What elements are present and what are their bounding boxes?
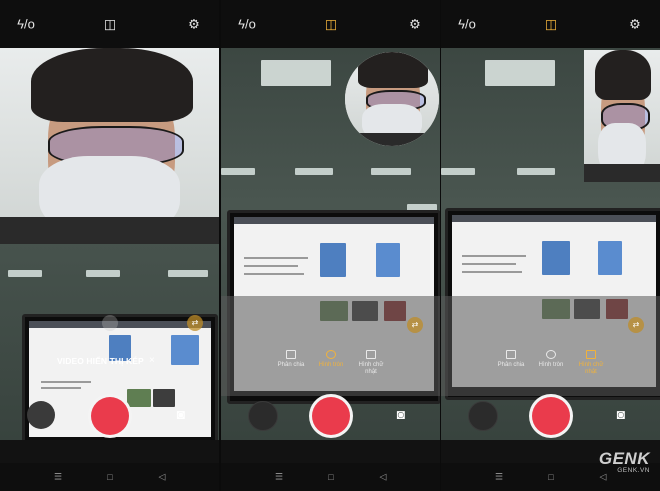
rectangle-icon (586, 350, 596, 359)
mode-rectangle[interactable]: Hình chữ nhật (354, 350, 388, 376)
camera-panel-rectangle-mode: ϟ/o ◫ ⚙ ⇄ Phân chia Hình tròn Hình chữ n… (441, 0, 660, 491)
record-button[interactable] (91, 397, 129, 435)
camera-top-bar: ϟ/o ◫ ⚙ (221, 0, 440, 48)
gallery-thumbnail[interactable] (248, 401, 278, 431)
layout-icon[interactable]: ◫ (545, 18, 557, 31)
system-nav-bar: ☰ □ ◁ (221, 463, 440, 491)
front-camera-view (584, 50, 660, 182)
camera-panel-circle-mode: ϟ/o ◫ ⚙ ⇄ Phân chia Hình tròn Hình chữ n… (221, 0, 440, 491)
viewfinder: ⇄ (0, 48, 219, 440)
back-icon[interactable]: ◁ (380, 472, 387, 483)
split-icon (286, 350, 296, 359)
camera-panel-dual-view: ϟ/o ◫ ⚙ ⇄ VIDEO HIỂN THỊ KÉP × ◙ ☰ □ ◁ (0, 0, 219, 491)
swap-view-button[interactable]: ⇄ (187, 315, 203, 331)
swap-view-button[interactable]: ⇄ (628, 317, 644, 333)
split-icon (506, 350, 516, 359)
system-nav-bar: ☰ □ ◁ (0, 463, 219, 491)
flash-off-icon[interactable]: ϟ/o (458, 18, 476, 31)
gallery-thumbnail[interactable] (27, 401, 55, 429)
camera-top-bar: ϟ/o ◫ ⚙ (441, 0, 660, 48)
settings-icon[interactable]: ⚙ (188, 18, 200, 31)
circle-icon (326, 350, 336, 359)
mode-selector (441, 296, 660, 396)
front-camera-view (345, 52, 439, 146)
menu-icon[interactable]: ☰ (275, 472, 283, 483)
back-icon[interactable]: ◁ (159, 472, 166, 483)
front-camera-view (0, 48, 219, 244)
layout-icon[interactable]: ◫ (104, 18, 116, 31)
camera-switch-icon[interactable]: ◙ (612, 407, 630, 421)
watermark-brand: GENK (598, 449, 650, 468)
rectangle-icon (366, 350, 376, 359)
close-icon[interactable]: × (149, 355, 155, 366)
watermark-site: GENK.VN (617, 467, 650, 474)
circle-icon (546, 350, 556, 359)
settings-icon[interactable]: ⚙ (409, 18, 421, 31)
settings-icon[interactable]: ⚙ (629, 18, 641, 31)
gallery-thumbnail[interactable] (468, 401, 498, 431)
record-button[interactable] (312, 397, 350, 435)
home-icon[interactable]: □ (548, 472, 553, 482)
mode-circle[interactable]: Hình tròn (314, 350, 348, 369)
swap-view-button[interactable]: ⇄ (407, 317, 423, 333)
dual-view-banner: VIDEO HIỂN THỊ KÉP (57, 356, 144, 366)
mode-circle[interactable]: Hình tròn (534, 350, 568, 369)
flash-off-icon[interactable]: ϟ/o (238, 18, 256, 31)
record-button[interactable] (532, 397, 570, 435)
layout-icon[interactable]: ◫ (325, 18, 337, 31)
mode-split[interactable]: Phân chia (274, 350, 308, 369)
home-icon[interactable]: □ (107, 472, 112, 482)
home-icon[interactable]: □ (328, 472, 333, 482)
camera-switch-icon[interactable]: ◙ (172, 407, 190, 421)
menu-icon[interactable]: ☰ (54, 472, 62, 483)
camera-top-bar: ϟ/o ◫ ⚙ (0, 0, 219, 48)
genk-watermark: GENK GENK.VN (599, 450, 650, 474)
flash-off-icon[interactable]: ϟ/o (17, 18, 35, 31)
mode-split[interactable]: Phân chia (494, 350, 528, 369)
camera-switch-icon[interactable]: ◙ (392, 407, 410, 421)
menu-icon[interactable]: ☰ (495, 472, 503, 483)
mode-selector (221, 296, 440, 396)
mode-rectangle[interactable]: Hình chữ nhật (574, 350, 608, 376)
